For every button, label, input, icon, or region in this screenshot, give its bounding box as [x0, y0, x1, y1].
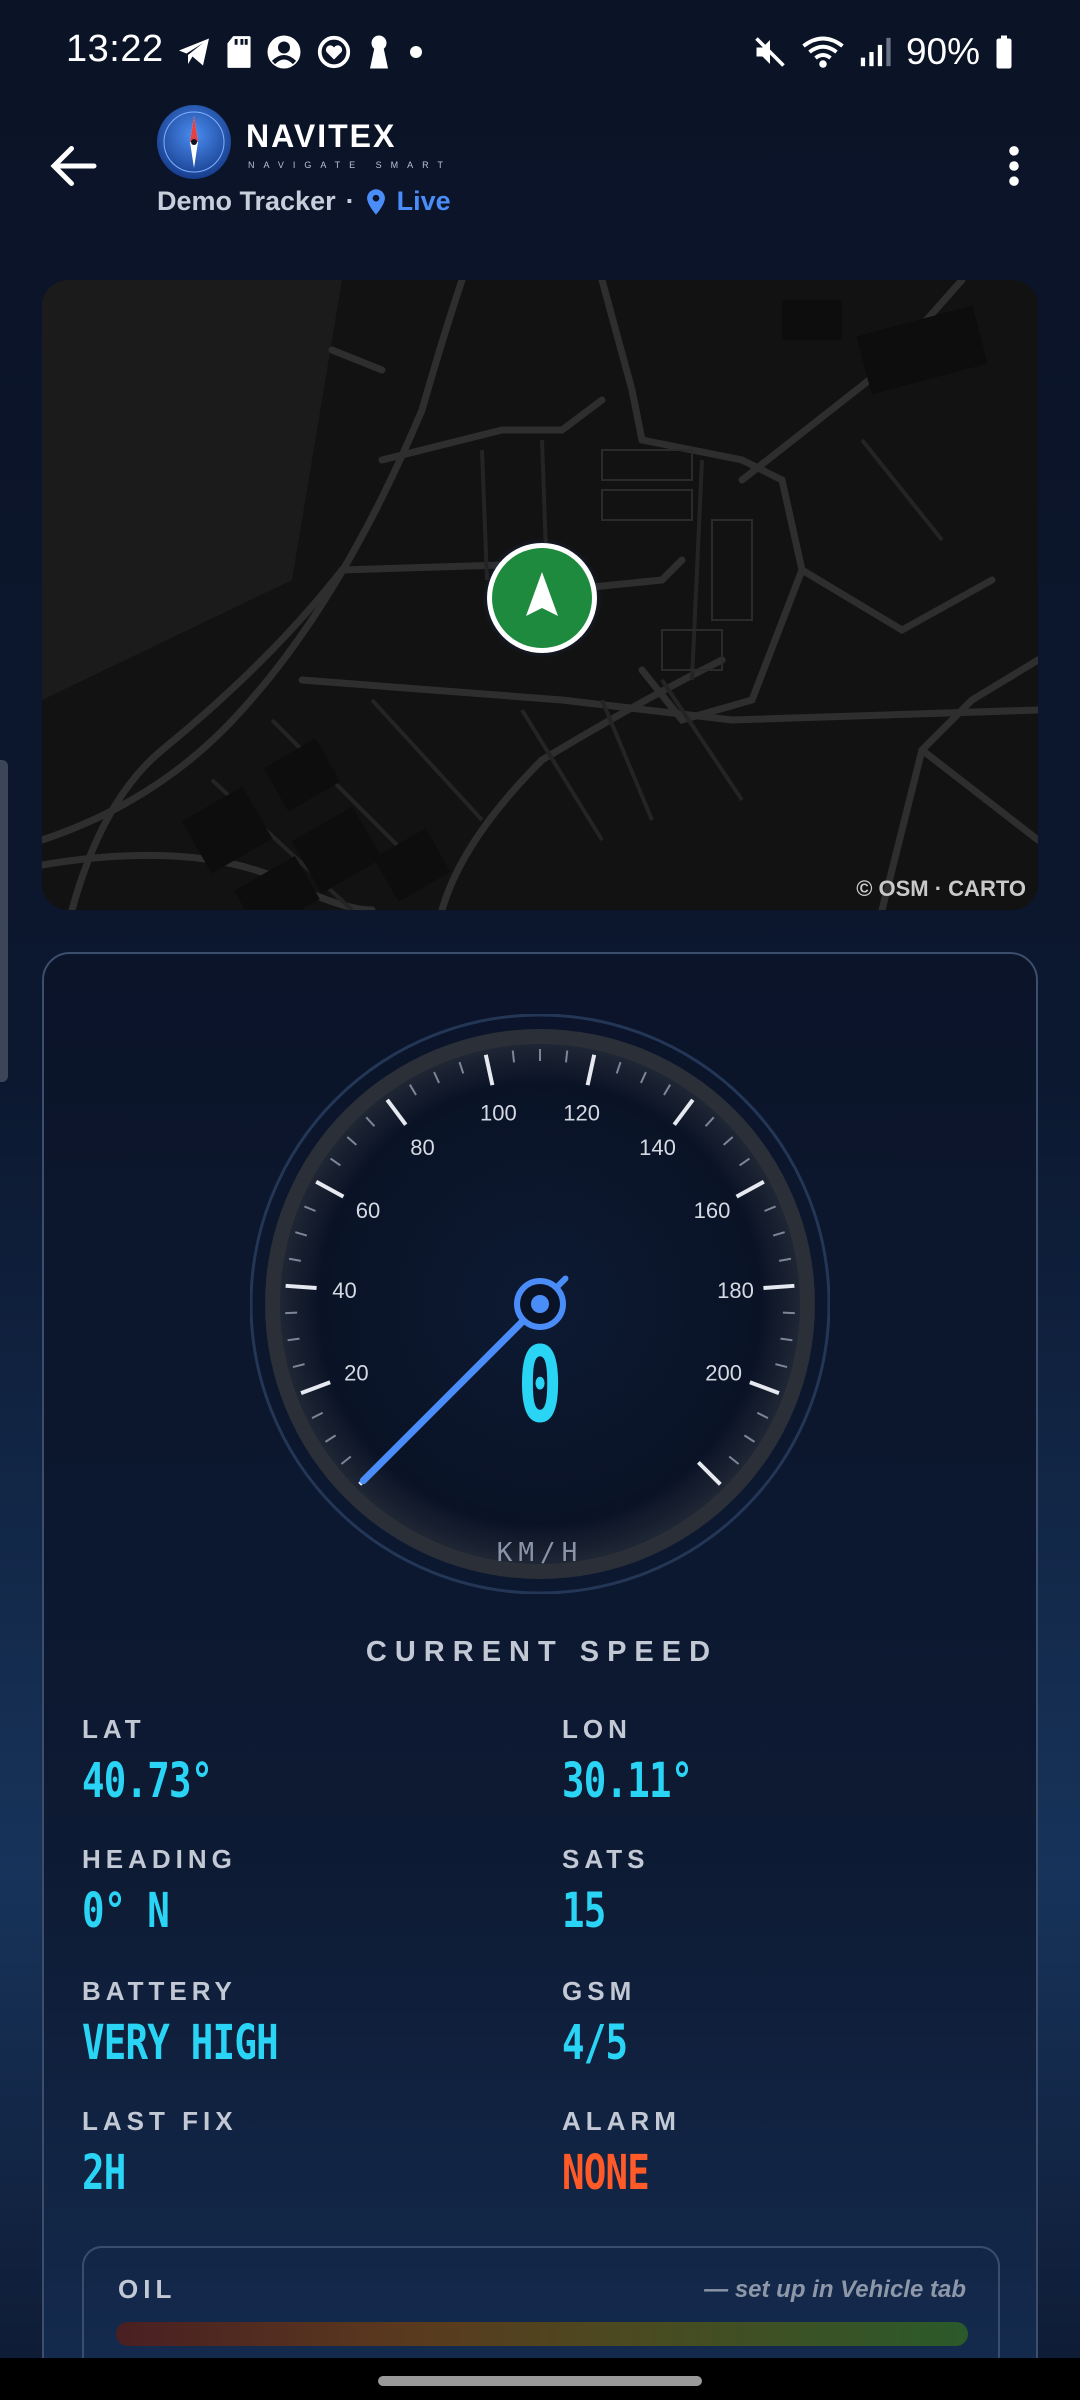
stat-value: NONE — [562, 2145, 650, 2201]
battery-icon — [996, 35, 1012, 69]
stat-value: 40.73° — [82, 1753, 213, 1809]
stat-label: BATTERY — [82, 1976, 237, 2006]
stat-label: LAT — [82, 1714, 146, 1744]
stat-value: VERY HIGH — [82, 2015, 279, 2071]
account-circle-icon — [267, 35, 301, 69]
stat-value: 0° N — [82, 1883, 170, 1939]
location-pin-icon — [366, 188, 385, 215]
gauge-tick-label: 180 — [717, 1278, 754, 1303]
stat-label: HEADING — [82, 1844, 237, 1874]
stat-sats: SATS 15 — [562, 1844, 982, 1939]
map-view[interactable]: © OSM · CARTO — [42, 280, 1038, 910]
gauge-minor-tick — [511, 1050, 516, 1063]
stat-value: 30.11° — [562, 1753, 693, 1809]
system-nav-bar — [0, 2358, 1080, 2400]
gauge-tick-label: 140 — [639, 1135, 676, 1160]
status-bar: 13:22 90% — [0, 0, 1080, 104]
stat-lat: LAT 40.73° — [82, 1714, 502, 1809]
heart-sync-icon — [317, 35, 351, 69]
speed-caption: CURRENT SPEED — [365, 1636, 719, 1668]
stat-label: ALARM — [562, 2106, 681, 2136]
battery-percentage: 90% — [905, 31, 980, 72]
gauge-tick-label: 40 — [332, 1278, 356, 1303]
keyhole-icon — [370, 35, 388, 69]
speed-unit: KM/H — [496, 1538, 584, 1568]
gauge-major-tick — [285, 1283, 317, 1291]
stat-heading: HEADING 0° N — [82, 1844, 502, 1939]
home-gesture-pill[interactable] — [378, 2376, 702, 2386]
stat-battery: BATTERY VERY HIGH — [82, 1976, 502, 2071]
speedometer-gauge: 20 40 60 80 100 120 140 160 180 200 0 KM/H — [249, 1013, 831, 1595]
stat-gsm: GSM 4/5 — [562, 1976, 982, 2071]
stat-last-fix: LAST FIX 2H — [82, 2106, 502, 2201]
gauge-tick-label: 100 — [480, 1100, 517, 1125]
stat-lon: LON 30.11° — [562, 1714, 982, 1809]
dashboard-card: 20 40 60 80 100 120 140 160 180 200 0 KM/H CURREN… — [42, 952, 1038, 2400]
brand-name: NAVITEX — [246, 118, 397, 154]
subtitle-separator: · — [345, 186, 355, 216]
arrow-left-icon — [50, 146, 97, 186]
gauge-major-tick — [763, 1283, 795, 1291]
gauge-minor-tick — [564, 1050, 569, 1063]
compass-icon — [157, 105, 231, 179]
tracker-subtitle: Demo Tracker · Live — [157, 186, 451, 217]
stat-label: LAST FIX — [82, 2106, 238, 2136]
live-status: Live — [396, 186, 451, 216]
map-attribution[interactable]: © OSM · CARTO — [856, 876, 1026, 902]
oil-level-bar — [116, 2322, 968, 2346]
gauge-dial: 20406080100 120140160180200 — [249, 1013, 831, 1595]
app-screen: 13:22 90% NAVITEX NAVIGATE SMART Demo Tr… — [0, 0, 1080, 2400]
status-notification-icons — [176, 30, 426, 74]
more-options-button[interactable] — [988, 140, 1040, 192]
back-button[interactable] — [44, 136, 104, 196]
stat-label: GSM — [562, 1976, 637, 2006]
stat-value: 15 — [562, 1883, 606, 1939]
telegram-icon — [179, 38, 209, 66]
stat-value: 4/5 — [562, 2015, 628, 2071]
status-system-icons: 90% — [752, 26, 1014, 78]
stat-label: SATS — [562, 1844, 650, 1874]
gauge-tick-label: 60 — [356, 1198, 380, 1223]
edge-panel-handle[interactable] — [0, 760, 8, 1082]
signal-icon — [860, 37, 891, 67]
more-vertical-icon — [1009, 146, 1019, 186]
speed-value: 0 — [517, 1324, 563, 1446]
gauge-tick-label: 120 — [563, 1100, 600, 1125]
gauge-tick-label: 160 — [694, 1198, 731, 1223]
vehicle-marker[interactable] — [482, 538, 602, 658]
brand-tagline: NAVIGATE SMART — [248, 160, 453, 170]
stat-label: LON — [562, 1714, 632, 1744]
stat-alarm: ALARM NONE — [562, 2106, 982, 2201]
tracker-name: Demo Tracker — [157, 186, 336, 216]
app-header: NAVITEX NAVIGATE SMART Demo Tracker · Li… — [0, 100, 1080, 240]
dot-icon — [410, 46, 422, 58]
mute-icon — [755, 37, 785, 67]
stat-value: 2H — [82, 2145, 126, 2201]
sd-card-icon — [227, 36, 251, 68]
oil-label: OIL — [118, 2274, 177, 2304]
wifi-icon — [802, 36, 844, 68]
oil-setup-note: — set up in Vehicle tab — [704, 2276, 966, 2303]
status-time: 13:22 — [66, 28, 164, 70]
gauge-tick-label: 80 — [410, 1135, 434, 1160]
